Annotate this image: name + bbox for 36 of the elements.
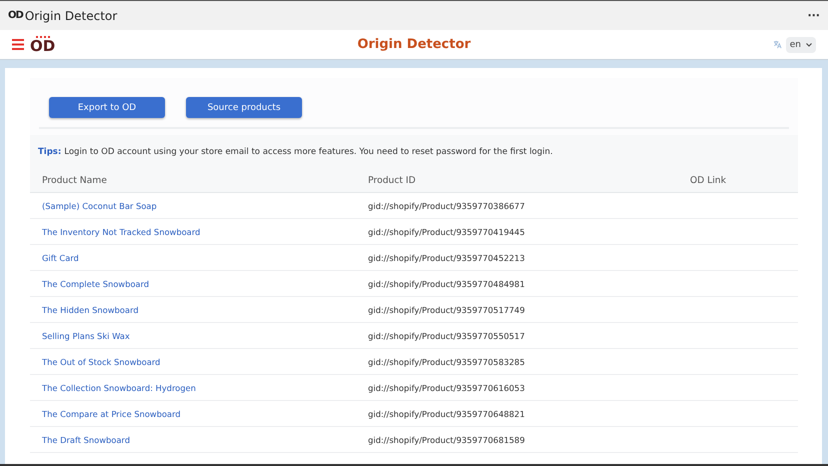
app-logo: OD xyxy=(30,38,56,54)
product-link[interactable]: The Collection Snowboard: Hydrogen xyxy=(42,382,196,392)
window-title: Origin Detector xyxy=(24,8,118,22)
product-link[interactable]: The Complete Snowboard xyxy=(42,278,150,288)
product-id: gid://shopify/Product/9359770550517 xyxy=(368,330,525,340)
app-logo: OD xyxy=(8,10,23,21)
tips-text: Tips: Login to OD account using your store email to access more features. You need to reset password for the first login. xyxy=(30,135,798,169)
more-menu[interactable]: ··· xyxy=(807,9,820,22)
product-id: gid://shopify/Product/9359770583285 xyxy=(368,356,525,366)
chevron-down-icon xyxy=(806,42,812,46)
product-link[interactable]: (Sample) Coconut Bar Soap xyxy=(42,200,157,210)
product-link[interactable]: Selling Plans Ski Wax xyxy=(42,330,130,340)
dots-icon xyxy=(34,36,51,38)
action-button[interactable]: Export to OD xyxy=(49,97,165,118)
product-link[interactable]: The Draft Snowboard xyxy=(42,434,130,444)
product-id: gid://shopify/Product/9359770616053 xyxy=(368,382,525,392)
product-link[interactable]: The Hidden Snowboard xyxy=(42,304,138,314)
column-header: OD Link xyxy=(678,169,798,192)
product-id: gid://shopify/Product/9359770681589 xyxy=(368,434,525,444)
column-header: Product Name xyxy=(30,169,356,192)
action-button[interactable]: Source products xyxy=(186,97,302,118)
product-link[interactable]: The Compare at Price Snowboard xyxy=(42,408,181,418)
translate-icon xyxy=(772,40,782,49)
product-link[interactable]: Gift Card xyxy=(42,252,79,262)
product-id: gid://shopify/Product/9359770648821 xyxy=(368,408,525,418)
page-title: Origin Detector xyxy=(357,37,471,52)
language-select[interactable]: en xyxy=(786,36,816,52)
column-header: Product ID xyxy=(356,169,678,192)
product-id: gid://shopify/Product/9359770452213 xyxy=(368,252,525,262)
product-link[interactable]: The Inventory Not Tracked Snowboard xyxy=(42,226,200,236)
menu-icon[interactable] xyxy=(12,39,24,50)
product-id: gid://shopify/Product/9359770386677 xyxy=(368,200,525,210)
product-id: gid://shopify/Product/9359770484981 xyxy=(368,278,525,288)
product-link[interactable]: The Out of Stock Snowboard xyxy=(42,356,160,366)
product-id: gid://shopify/Product/9359770517749 xyxy=(368,304,525,314)
product-id: gid://shopify/Product/9359770419445 xyxy=(368,226,525,236)
